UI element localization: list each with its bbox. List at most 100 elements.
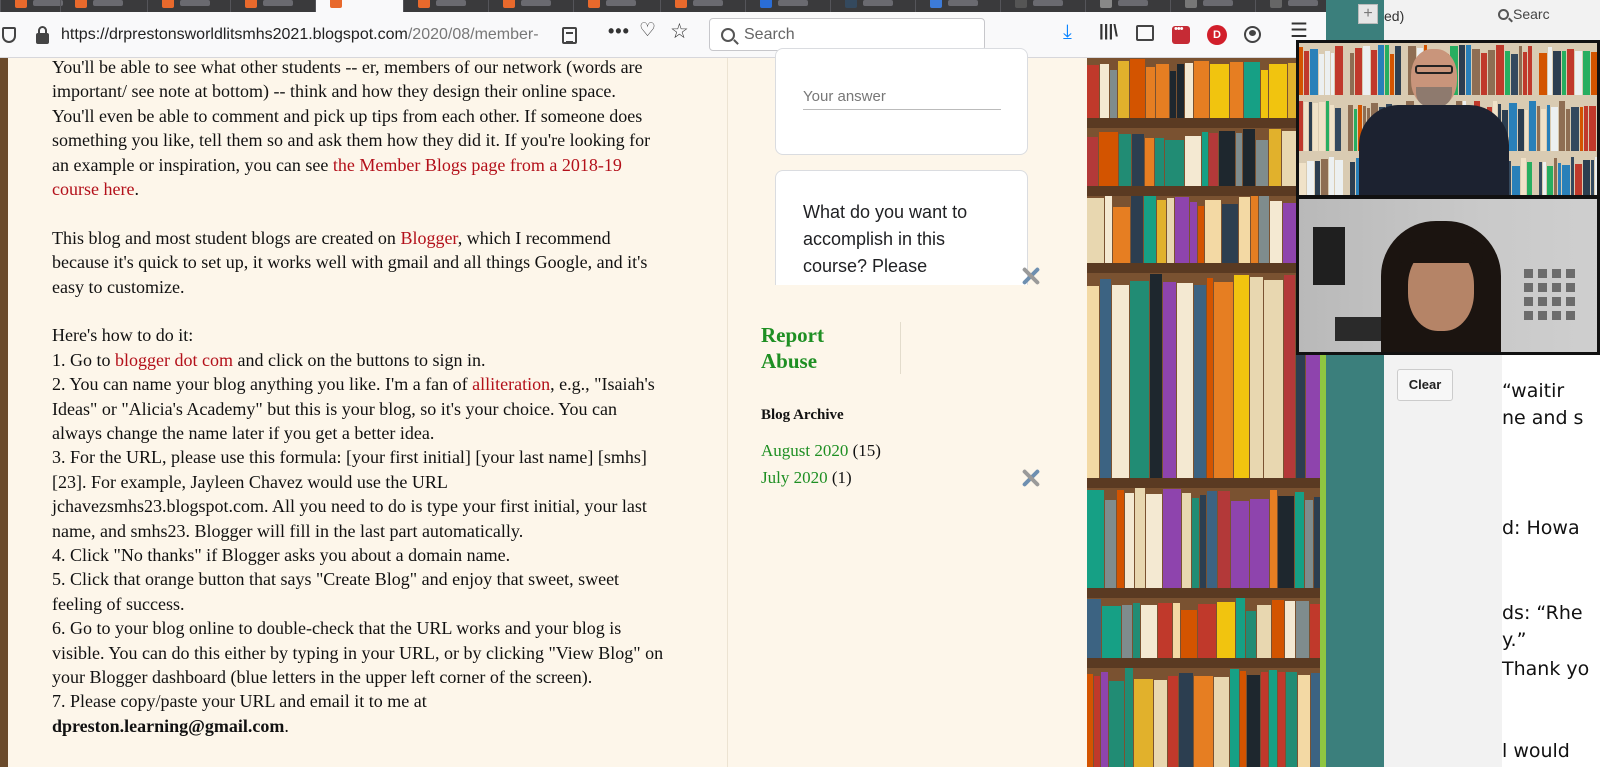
book-spine	[1330, 105, 1334, 151]
edit-tools-icon[interactable]	[1020, 265, 1042, 287]
post-link[interactable]: alliteration	[472, 374, 550, 394]
clear-button[interactable]: Clear	[1397, 369, 1453, 401]
book-spine	[1236, 598, 1245, 658]
book-spine	[1571, 157, 1574, 195]
book-spine	[1575, 51, 1582, 95]
report-abuse-link[interactable]: Report Abuse	[761, 322, 881, 374]
browser-tab[interactable]	[230, 0, 315, 12]
browser-tab[interactable]	[488, 0, 573, 12]
browser-tab[interactable]	[745, 0, 830, 12]
tab-title	[436, 0, 466, 6]
book-spine	[1310, 604, 1320, 658]
wall-frame	[1538, 297, 1547, 306]
archive-link-july-2020[interactable]: July 2020	[761, 468, 828, 487]
post-link[interactable]: blogger dot com	[115, 350, 233, 370]
book-spine	[1181, 610, 1197, 658]
book-spine	[1325, 51, 1330, 95]
book-spine	[1217, 602, 1235, 658]
pocket-icon[interactable]: ♡	[639, 21, 656, 40]
post-link[interactable]: the Member Blogs page from a 2018-19	[333, 155, 622, 175]
video-tile-teacher[interactable]	[1296, 40, 1600, 198]
post-text: always change the name later if you get …	[52, 423, 435, 443]
tab-title	[521, 0, 551, 6]
search-input[interactable]	[744, 25, 974, 44]
post-text: because it's quick to set up, it works w…	[52, 252, 648, 273]
browser-tab[interactable]	[60, 0, 147, 12]
post-line: dpreston.learning@gmail.com.	[52, 714, 289, 738]
book-spine	[1157, 200, 1166, 263]
shelf-board	[1087, 478, 1320, 488]
library-icon[interactable]: |||\	[1099, 22, 1118, 39]
book-spine	[1548, 47, 1552, 95]
book-spine	[1319, 54, 1324, 95]
book-spine	[1185, 63, 1193, 118]
book-spine	[1231, 501, 1249, 588]
browser-tab[interactable]	[830, 0, 915, 12]
browser-tab[interactable]	[573, 0, 660, 12]
browser-tab[interactable]	[403, 0, 488, 12]
tab-favicon-icon	[1270, 0, 1282, 8]
book-spine	[1307, 161, 1314, 195]
browser-tab[interactable]	[1085, 0, 1170, 12]
browser-tab[interactable]	[915, 0, 1000, 12]
download-icon[interactable]: ⤓	[1063, 22, 1072, 42]
browser-tab[interactable]	[147, 0, 230, 12]
post-line: feeling of success.	[52, 592, 184, 616]
browser-tab[interactable]	[0, 0, 63, 12]
shield-icon[interactable]	[2, 27, 16, 43]
profile-icon[interactable]: D	[1207, 25, 1227, 45]
edit-tools-icon[interactable]	[1020, 467, 1042, 489]
book-spine	[1236, 133, 1242, 186]
wall-frame	[1524, 283, 1533, 292]
wall-frame	[1524, 297, 1533, 306]
new-tab-button[interactable]: +	[1358, 4, 1378, 24]
wall-frame	[1566, 311, 1575, 320]
book-spine	[1562, 165, 1570, 195]
post-text: 2. You can name your blog anything you l…	[52, 374, 473, 395]
book-spine	[1466, 45, 1471, 95]
search-box[interactable]	[709, 18, 985, 51]
wall-frame	[1552, 311, 1561, 320]
browser-tab[interactable]	[660, 0, 745, 12]
post-link[interactable]: Blogger	[400, 228, 457, 248]
lock-icon[interactable]	[36, 25, 49, 44]
bookmark-star-icon[interactable]: ☆	[670, 21, 689, 42]
tab-favicon-icon	[845, 0, 857, 8]
book-spine	[1589, 106, 1596, 151]
menu-icon[interactable]: ☰	[1290, 21, 1308, 41]
book-spine	[1194, 61, 1209, 118]
wall-frame	[1566, 297, 1575, 306]
form-card-answer	[775, 48, 1028, 155]
book-spine	[1488, 50, 1495, 95]
post-line: 1. Go to blogger dot com and click on th…	[52, 348, 485, 372]
archive-count: (1)	[831, 468, 852, 487]
answer-input[interactable]	[803, 84, 1001, 110]
desk-object	[1335, 317, 1381, 341]
address-bar[interactable]: https://drprestonsworldlitsmhs2021.blogs…	[0, 18, 600, 52]
post-line: your Blogger dashboard (blue letters in …	[52, 665, 592, 689]
more-icon[interactable]: •••	[608, 22, 630, 40]
archive-link-august-2020[interactable]: August 2020	[761, 441, 848, 460]
doc-search[interactable]: Searc	[1498, 6, 1550, 22]
video-tile-student[interactable]	[1296, 196, 1600, 355]
book-spine	[1087, 286, 1099, 478]
post-link[interactable]: course here	[52, 179, 134, 199]
sidebar-icon[interactable]	[1136, 25, 1154, 41]
book-spine	[1146, 67, 1155, 118]
browser-tab[interactable]	[1000, 0, 1085, 12]
browser-tab[interactable]	[315, 0, 403, 12]
book-spine	[1304, 102, 1308, 151]
book-spine	[1528, 46, 1532, 95]
book-spine	[1583, 160, 1590, 195]
account-icon[interactable]	[1244, 26, 1261, 43]
post-text: 6. Go to your blog online to double-chec…	[52, 618, 622, 639]
book-spine	[1591, 160, 1594, 195]
post-text: , e.g., "Isaiah's	[550, 374, 655, 395]
tab-favicon-icon	[162, 0, 174, 8]
browser-tab[interactable]	[1170, 0, 1255, 12]
tab-title	[93, 0, 123, 6]
url-text[interactable]: https://drprestonsworldlitsmhs2021.blogs…	[61, 26, 551, 44]
extension-icon[interactable]	[1172, 23, 1190, 44]
tab-title	[1118, 0, 1148, 6]
reader-view-icon[interactable]	[562, 27, 577, 44]
